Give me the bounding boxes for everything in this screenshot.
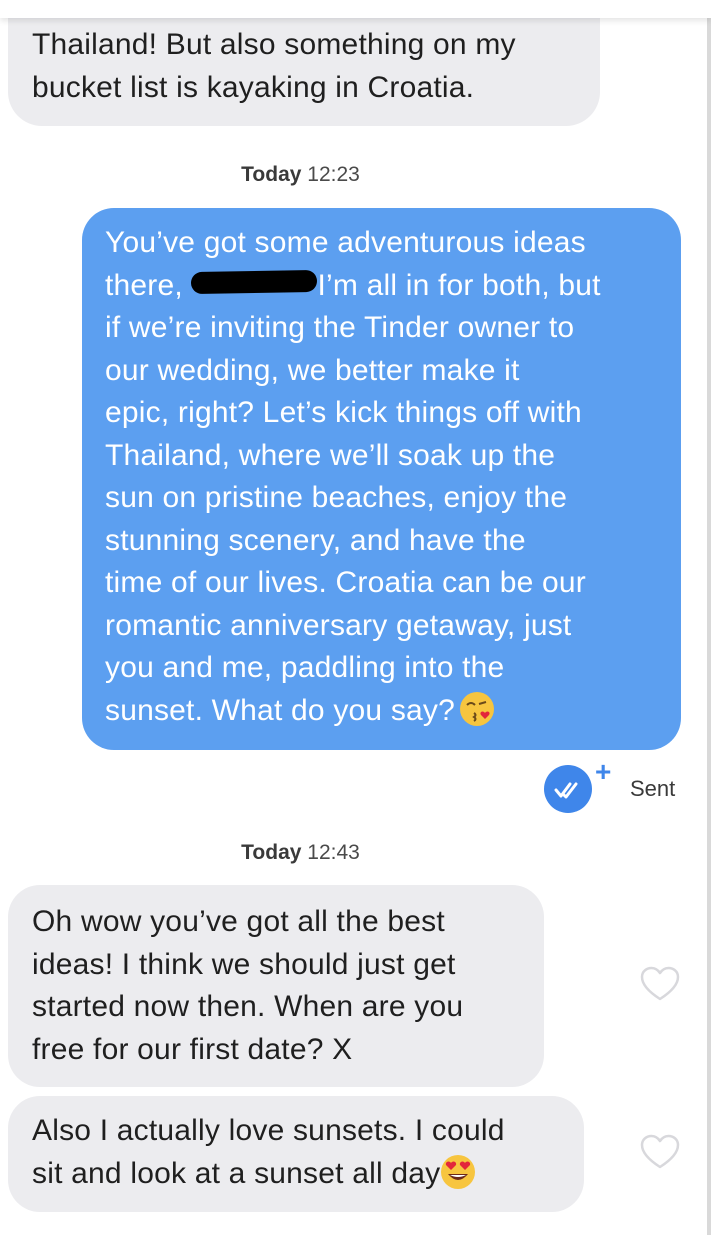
message-timestamp: Today 12:23 <box>0 163 601 187</box>
plus-badge: + <box>595 756 612 787</box>
sent-message-bubble[interactable]: You’ve got some adventurous ideas there,… <box>82 208 681 750</box>
read-receipt-icon <box>544 765 592 813</box>
header-shadow <box>0 0 711 18</box>
received-message-bubble[interactable]: Thailand! But also something on my bucke… <box>8 0 600 126</box>
message-text-part: I’m all in for both, but if we’re inviti… <box>105 268 601 727</box>
chat-view: Thailand! But also something on my bucke… <box>0 0 711 1235</box>
delivery-status: + Sent <box>540 756 700 813</box>
heart-eyes-emoji-icon <box>441 1154 476 1189</box>
received-message-bubble[interactable]: Also I actually love sunsets. I could si… <box>8 1096 584 1212</box>
like-heart-icon[interactable] <box>640 1134 680 1170</box>
timestamp-day: Today <box>241 163 302 186</box>
timestamp-day: Today <box>241 841 302 864</box>
timestamp-time: 12:23 <box>307 163 360 186</box>
scrollbar-track <box>707 0 711 1235</box>
like-heart-icon[interactable] <box>640 966 680 1002</box>
timestamp-time: 12:43 <box>307 841 360 864</box>
redacted-name <box>191 269 318 294</box>
message-text: Also I actually love sunsets. I could si… <box>32 1114 505 1190</box>
sent-status-label: Sent <box>630 776 676 801</box>
kissing-face-emoji-icon <box>460 691 494 726</box>
message-timestamp: Today 12:43 <box>0 841 601 865</box>
received-message-bubble[interactable]: Oh wow you’ve got all the best ideas! I … <box>8 885 544 1087</box>
